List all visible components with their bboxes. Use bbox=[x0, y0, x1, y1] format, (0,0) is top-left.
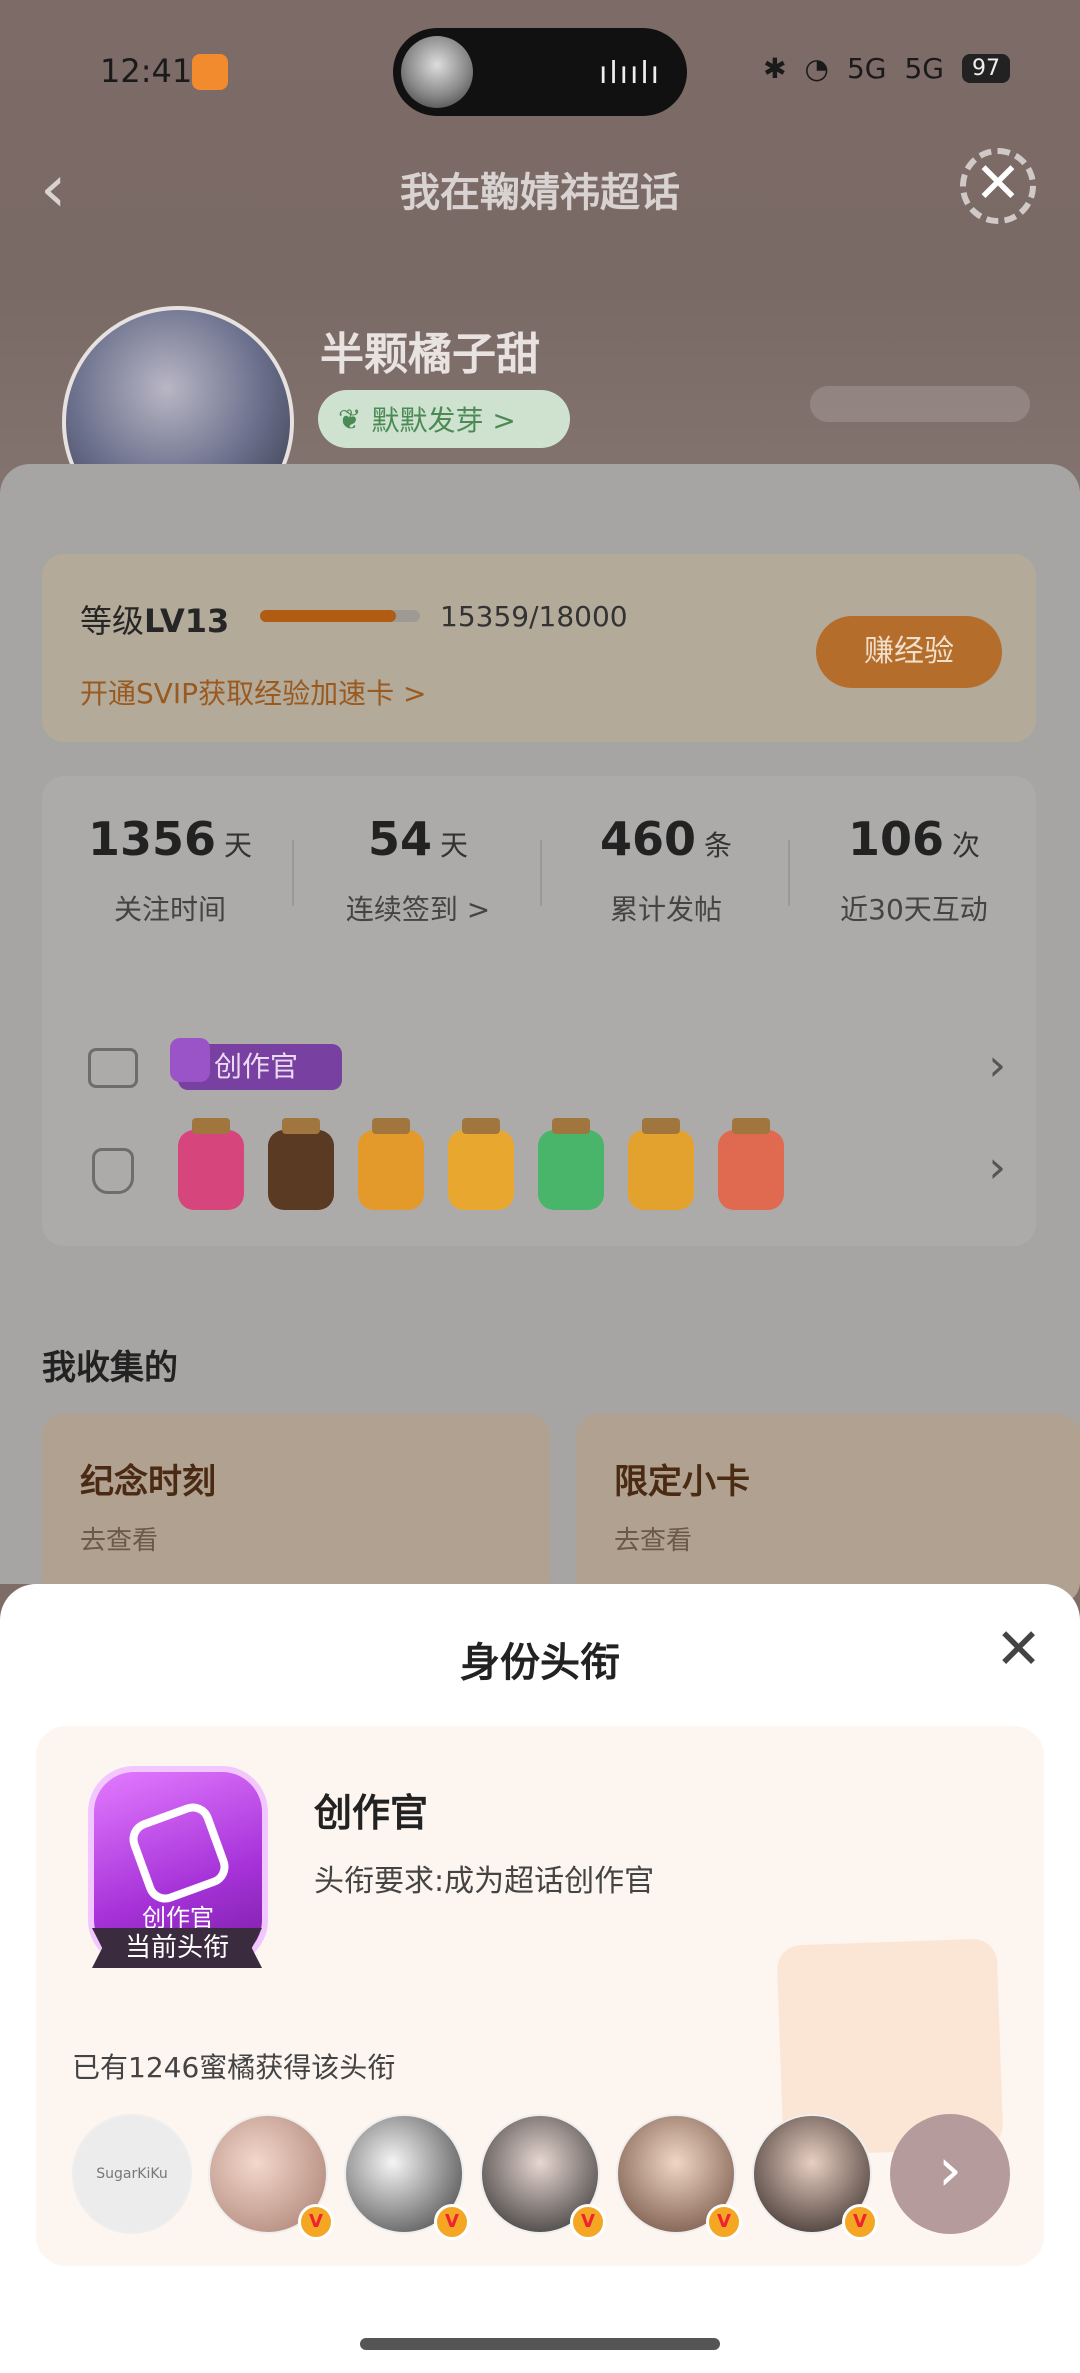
stat-unit: 天 bbox=[440, 829, 469, 862]
owner-avatar[interactable]: V bbox=[616, 2114, 742, 2240]
medal-crown-icon[interactable] bbox=[358, 1118, 424, 1210]
stat-unit: 条 bbox=[704, 829, 733, 862]
owner-avatar[interactable]: V bbox=[752, 2114, 878, 2240]
settings-close-button[interactable]: ✕ bbox=[960, 148, 1036, 224]
page-title: 我在鞠婧祎超话 bbox=[400, 170, 680, 216]
sprout-status-button[interactable]: ❦ 默默发芽 > bbox=[318, 390, 570, 448]
music-cover-icon bbox=[401, 36, 473, 108]
stat-follow-days: 1356 天 关注时间 bbox=[46, 812, 294, 928]
medal-love-icon[interactable] bbox=[718, 1118, 784, 1210]
collections-heading: 我收集的 bbox=[42, 1348, 178, 1388]
verified-icon: V bbox=[842, 2204, 878, 2240]
username: 半颗橘子甜 bbox=[320, 329, 540, 380]
owners-count: 已有1246蜜橘获得该头衔 bbox=[72, 2051, 396, 2084]
stat-number: 460 bbox=[599, 812, 696, 866]
clock: 12:41 bbox=[100, 52, 193, 90]
current-title-ribbon: 当前头衔 bbox=[92, 1928, 262, 1968]
verified-icon: V bbox=[570, 2204, 606, 2240]
status-bar: 12:41 ılıılı ✱ ◔ 5G 5G 97 bbox=[0, 0, 1080, 140]
signal-icon-2: 5G bbox=[904, 52, 944, 85]
sheet-title: 身份头衔 bbox=[460, 1640, 620, 1686]
stat-label: 连续签到 > bbox=[345, 893, 491, 926]
close-icon[interactable]: ✕ bbox=[995, 1620, 1042, 1680]
creator-hand-icon bbox=[170, 1038, 210, 1082]
bluetooth-icon: ✱ bbox=[763, 52, 787, 85]
medal-shield-icon bbox=[92, 1148, 134, 1194]
stat-checkin-days[interactable]: 54 天 连续签到 > bbox=[294, 812, 542, 928]
collection-subtitle: 去查看 bbox=[614, 1526, 693, 1556]
collection-title: 纪念时刻 bbox=[80, 1462, 216, 1502]
creator-title-tag[interactable]: 创作官 bbox=[170, 1038, 342, 1090]
level-progress-fill bbox=[260, 610, 397, 622]
verified-icon: V bbox=[434, 2204, 470, 2240]
stat-unit: 次 bbox=[952, 829, 981, 862]
level-value: LV13 bbox=[144, 602, 230, 640]
owner-avatar[interactable]: V bbox=[344, 2114, 470, 2240]
medal-lve-icon[interactable] bbox=[178, 1118, 244, 1210]
sprout-label: 默默发芽 > bbox=[371, 404, 516, 437]
more-owners-chevron-icon[interactable]: › bbox=[890, 2114, 1010, 2234]
creator-title-text: 创作官 bbox=[214, 1050, 299, 1083]
svip-link[interactable]: 开通SVIP获取经验加速卡 > bbox=[80, 672, 426, 712]
title-requirement: 头衔要求:成为超话创作官 bbox=[314, 1864, 655, 1899]
app-notification-icon bbox=[192, 54, 228, 90]
medal-hand-icon[interactable] bbox=[538, 1118, 604, 1210]
wifi-icon: ◔ bbox=[804, 52, 829, 85]
owner-avatar[interactable]: V bbox=[208, 2114, 334, 2240]
dynamic-island[interactable]: ılıılı bbox=[393, 28, 687, 116]
sprout-icon: ❦ bbox=[338, 402, 362, 436]
audio-wave-icon: ılıılı bbox=[598, 56, 661, 91]
collection-subtitle: 去查看 bbox=[80, 1526, 159, 1556]
owner-avatar[interactable]: V bbox=[480, 2114, 606, 2240]
system-icons: ✱ ◔ 5G 5G 97 bbox=[763, 52, 1010, 85]
faded-user-info bbox=[810, 386, 1030, 422]
stat-interactions: 106 次 近30天互动 bbox=[790, 812, 1038, 928]
home-indicator[interactable] bbox=[360, 2338, 720, 2350]
medal-super-icon[interactable] bbox=[268, 1118, 334, 1210]
level-progress-bar bbox=[260, 610, 420, 622]
level-label: 等级LV13 bbox=[80, 596, 229, 642]
stat-label: 累计发帖 bbox=[609, 893, 722, 926]
battery-icon: 97 bbox=[962, 54, 1010, 83]
stat-number: 54 bbox=[367, 812, 432, 866]
level-exp: 15359/18000 bbox=[440, 600, 628, 633]
stat-label: 近30天互动 bbox=[840, 893, 988, 926]
stat-unit: 天 bbox=[224, 829, 253, 862]
collection-title: 限定小卡 bbox=[614, 1462, 750, 1502]
medal-30days-icon[interactable] bbox=[628, 1118, 694, 1210]
verified-icon: V bbox=[706, 2204, 742, 2240]
stat-number: 106 bbox=[847, 812, 944, 866]
title-name: 创作官 bbox=[314, 1791, 429, 1835]
hand-icon bbox=[123, 1797, 235, 1909]
badge-text: 创作官 bbox=[142, 1904, 214, 1932]
collection-card-moments[interactable]: 纪念时刻 去查看 bbox=[42, 1414, 550, 1604]
stat-label: 关注时间 bbox=[113, 893, 226, 926]
id-card-icon bbox=[88, 1048, 138, 1088]
collection-card-limited[interactable]: 限定小卡 去查看 bbox=[576, 1414, 1080, 1604]
medal-hi-icon[interactable] bbox=[448, 1118, 514, 1210]
stat-posts: 460 条 累计发帖 bbox=[542, 812, 790, 928]
stat-number: 1356 bbox=[87, 812, 216, 866]
level-prefix: 等级 bbox=[80, 602, 145, 640]
verified-icon: V bbox=[298, 2204, 334, 2240]
owner-avatar[interactable]: SugarKiKu bbox=[72, 2114, 192, 2234]
chevron-right-icon[interactable]: › bbox=[988, 1040, 1006, 1091]
earn-exp-button[interactable]: 赚经验 bbox=[816, 616, 1002, 688]
chevron-right-icon[interactable]: › bbox=[988, 1142, 1006, 1193]
signal-icon: 5G bbox=[846, 52, 887, 85]
